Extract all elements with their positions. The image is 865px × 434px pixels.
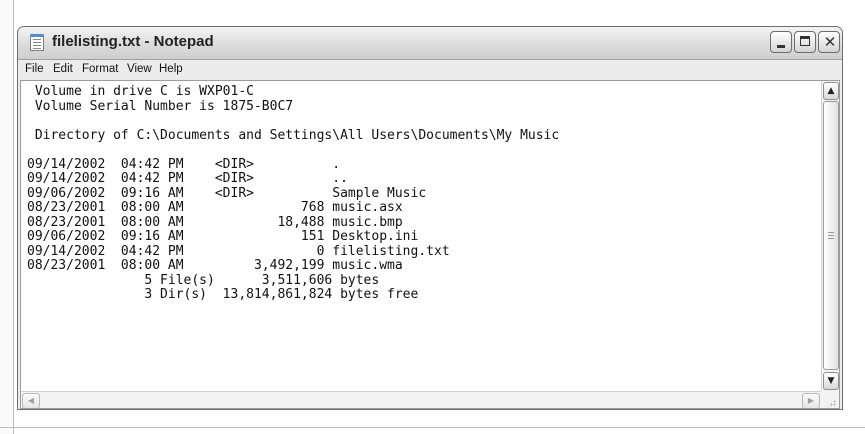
maximize-button[interactable] (794, 31, 816, 53)
text-line: 5 File(s) 3,511,606 bytes (27, 272, 380, 288)
background-frame-bottom (0, 427, 865, 428)
text-line: 08/23/2001 08:00 AM 18,488 music.bmp (27, 214, 403, 230)
scroll-left-arrow-icon: ◀ (27, 396, 35, 405)
scroll-up-arrow-icon: ▲ (827, 86, 835, 96)
text-line: 09/14/2002 04:42 PM <DIR> . (27, 156, 341, 172)
vertical-scroll-thumb[interactable] (823, 101, 839, 370)
document-text[interactable]: Volume in drive C is WXP01-C Volume Seri… (27, 84, 560, 303)
menu-view[interactable]: View (127, 63, 152, 75)
menu-format[interactable]: Format (82, 63, 118, 75)
menu-edit[interactable]: Edit (53, 63, 73, 75)
vertical-scrollbar[interactable]: ▲ ▼ (821, 81, 839, 391)
scroll-right-button[interactable]: ▶ (802, 393, 820, 408)
notepad-window: filelisting.txt - Notepad ✕ File Edit Fo… (17, 26, 843, 410)
title-bar[interactable]: filelisting.txt - Notepad ✕ (18, 27, 842, 60)
minimize-icon (777, 45, 785, 48)
resize-grip-icon (827, 397, 837, 407)
text-line: 3 Dir(s) 13,814,861,824 bytes free (27, 287, 419, 302)
text-line: 08/23/2001 08:00 AM 3,492,199 music.wma (27, 258, 403, 273)
text-line: 09/06/2002 09:16 AM <DIR> Sample Music (27, 185, 427, 201)
close-button[interactable]: ✕ (818, 31, 840, 53)
window-title: filelisting.txt - Notepad (52, 33, 214, 50)
background-frame-left (0, 0, 14, 434)
notepad-icon[interactable] (30, 34, 44, 51)
resize-grip[interactable] (821, 391, 839, 408)
text-line: Volume Serial Number is 1875-B0C7 (27, 98, 294, 114)
scroll-left-button[interactable]: ◀ (22, 393, 40, 408)
text-line: Volume in drive C is WXP01-C (27, 84, 254, 99)
text-line: 09/14/2002 04:42 PM 0 filelisting.txt (27, 243, 450, 259)
maximize-icon (800, 36, 810, 46)
text-line: Directory of C:\Documents and Settings\A… (27, 127, 560, 143)
text-editor[interactable]: Volume in drive C is WXP01-C Volume Seri… (20, 80, 840, 409)
scroll-down-arrow-icon: ▼ (827, 376, 835, 386)
close-icon: ✕ (823, 33, 837, 51)
menu-file[interactable]: File (25, 63, 44, 75)
text-line: 09/14/2002 04:42 PM <DIR> .. (27, 171, 348, 186)
text-line: 08/23/2001 08:00 AM 768 music.asx (27, 200, 403, 215)
scroll-grip-icon (828, 232, 834, 239)
scroll-right-arrow-icon: ▶ (807, 396, 815, 405)
horizontal-scrollbar[interactable]: ◀ ▶ (21, 391, 821, 408)
menu-help[interactable]: Help (159, 63, 183, 75)
scroll-down-button[interactable]: ▼ (823, 372, 839, 390)
menu-bar: File Edit Format View Help (18, 60, 842, 79)
text-line: 09/06/2002 09:16 AM 151 Desktop.ini (27, 229, 419, 244)
scroll-up-button[interactable]: ▲ (823, 82, 839, 100)
minimize-button[interactable] (770, 31, 792, 53)
